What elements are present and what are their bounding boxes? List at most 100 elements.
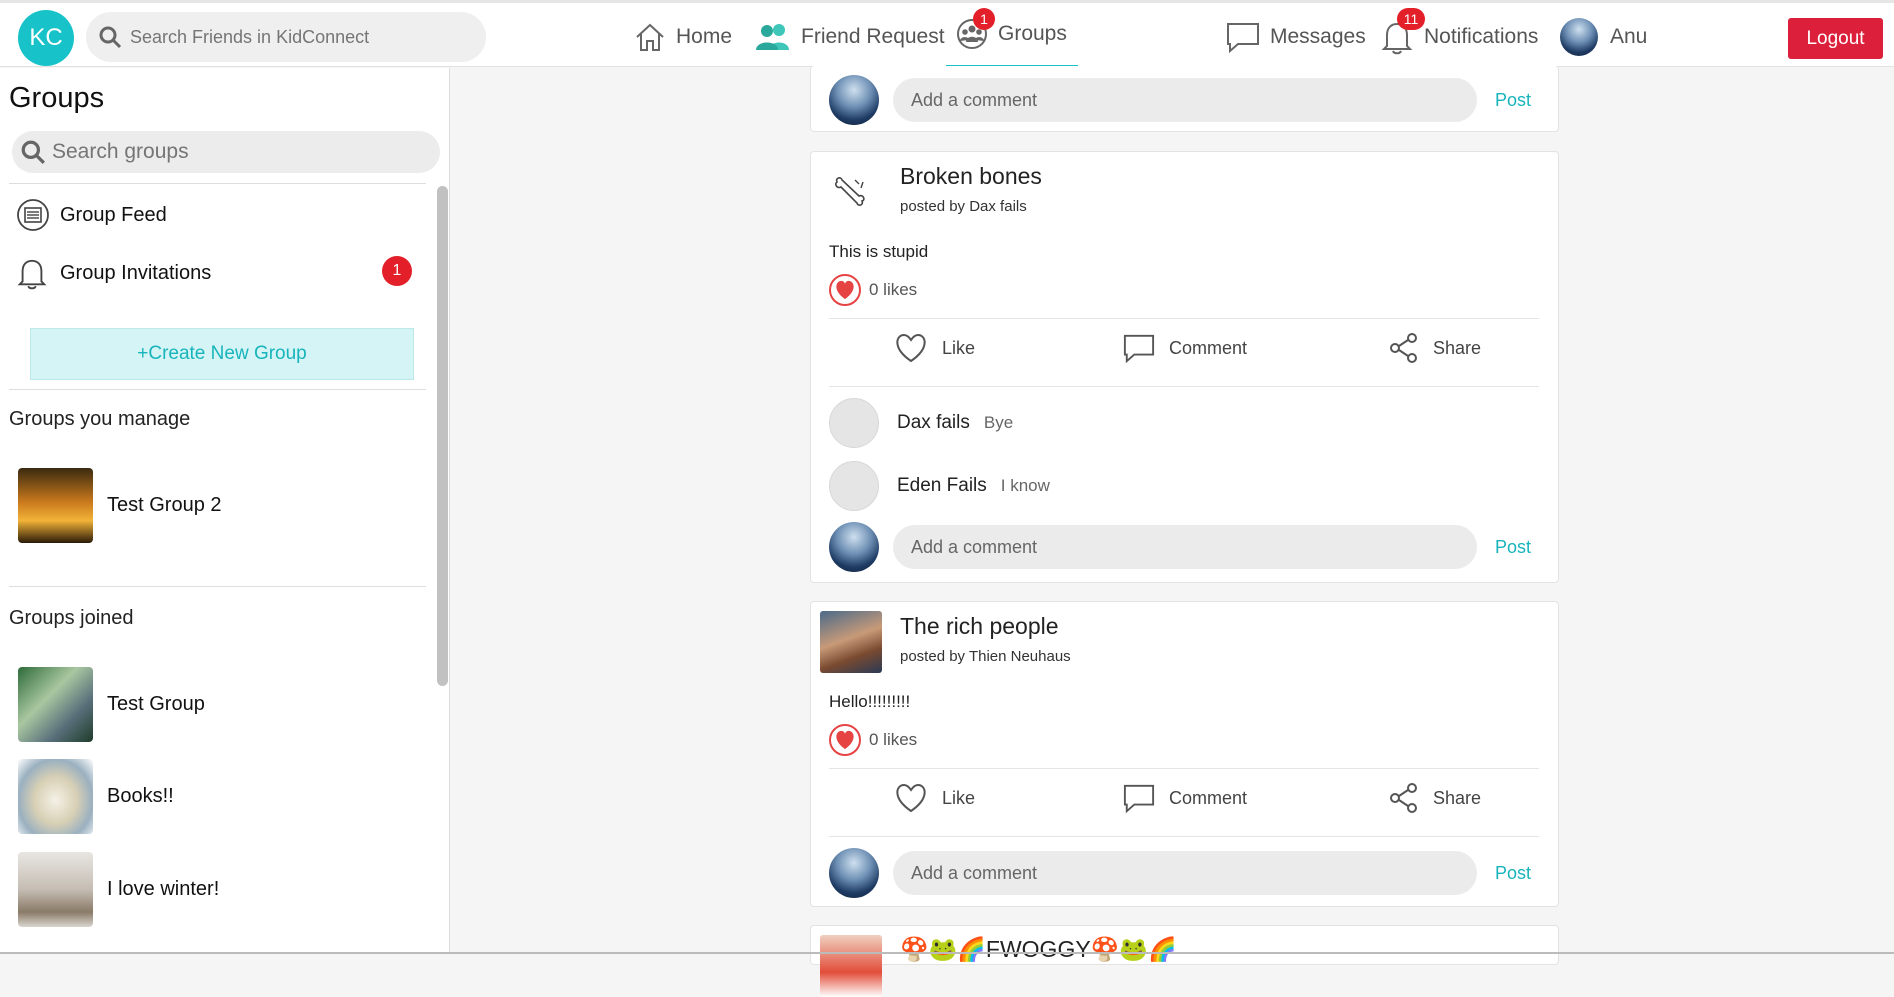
sidebar-item-group-invitations[interactable]: Group Invitations bbox=[16, 256, 416, 290]
share-icon bbox=[1390, 333, 1417, 363]
like-button[interactable]: Like bbox=[894, 783, 975, 813]
joined-group-item[interactable]: Test Group bbox=[18, 667, 205, 742]
group-thumbnail bbox=[18, 667, 93, 742]
like-button[interactable]: Like bbox=[894, 333, 975, 363]
likes-label: 0 likes bbox=[869, 730, 918, 749]
comment-icon bbox=[1123, 334, 1155, 364]
friend-search-input[interactable] bbox=[130, 26, 470, 48]
post-comment-button[interactable]: Post bbox=[1495, 863, 1531, 884]
friend-search-box[interactable] bbox=[86, 12, 486, 62]
bell-icon bbox=[17, 259, 47, 290]
comment-item: Dax fails Bye bbox=[829, 398, 1013, 448]
post-body: Hello!!!!!!!!! bbox=[829, 692, 911, 711]
add-comment-input[interactable]: Add a comment bbox=[893, 78, 1477, 122]
share-button[interactable]: Share bbox=[1389, 782, 1481, 814]
user-avatar bbox=[829, 75, 879, 125]
add-comment-row: Add a comment Post bbox=[829, 522, 1531, 572]
add-comment-row: Add a comment Post bbox=[829, 848, 1531, 898]
joined-group-item[interactable]: Books!! bbox=[18, 759, 174, 834]
divider bbox=[829, 386, 1539, 387]
group-name: Books!! bbox=[107, 785, 174, 807]
share-label: Share bbox=[1433, 337, 1482, 358]
default-avatar bbox=[829, 461, 879, 511]
group-feed-label: Group Feed bbox=[60, 203, 167, 226]
comment-item: Eden Fails I know bbox=[829, 461, 1050, 511]
user-avatar bbox=[829, 848, 879, 898]
add-comment-input[interactable]: Add a comment bbox=[893, 525, 1477, 569]
nav-friend-request[interactable]: Friend Request bbox=[755, 3, 945, 70]
comment-label: Comment bbox=[1169, 337, 1248, 358]
post-comment-button[interactable]: Post bbox=[1495, 90, 1531, 111]
post-body: This is stupid bbox=[829, 242, 929, 261]
group-search-input[interactable] bbox=[52, 140, 432, 164]
create-group-button[interactable]: +Create New Group bbox=[30, 328, 414, 380]
comment-icon bbox=[1123, 784, 1155, 814]
like-label: Like bbox=[942, 787, 976, 808]
heart-icon bbox=[829, 274, 861, 306]
likes-count: 0 likes bbox=[829, 724, 917, 756]
joined-group-item[interactable]: I love winter! bbox=[18, 852, 219, 927]
post-author[interactable]: posted by Dax fails bbox=[900, 198, 1027, 215]
search-icon bbox=[21, 140, 45, 164]
groups-sidebar: Groups Group Feed Group Invitations 1 +C… bbox=[0, 68, 450, 954]
divider bbox=[829, 318, 1539, 319]
add-comment-row: Add a comment Post bbox=[829, 75, 1531, 125]
top-navigation-bar: KC Home Friend Request Groups 1 Messages… bbox=[0, 0, 1894, 70]
heart-outline-icon bbox=[896, 333, 926, 363]
divider bbox=[9, 183, 426, 184]
post-author[interactable]: posted by Thien Neuhaus bbox=[900, 648, 1071, 665]
share-icon bbox=[1390, 783, 1417, 813]
heart-icon bbox=[829, 724, 861, 756]
likes-label: 0 likes bbox=[869, 280, 918, 299]
message-icon bbox=[1227, 22, 1259, 53]
group-thumbnail bbox=[18, 468, 93, 543]
comment-author[interactable]: Dax fails bbox=[897, 412, 970, 434]
manage-section-title: Groups you manage bbox=[9, 408, 191, 430]
nav-notifications-label: Notifications bbox=[1424, 24, 1539, 48]
kidconnect-logo[interactable]: KC bbox=[18, 10, 74, 66]
add-comment-input[interactable]: Add a comment bbox=[893, 851, 1477, 895]
group-thumbnail bbox=[18, 759, 93, 834]
logout-button[interactable]: Logout bbox=[1788, 18, 1883, 59]
group-name: I love winter! bbox=[107, 878, 220, 900]
divider bbox=[9, 586, 426, 587]
sidebar-scrollbar[interactable] bbox=[437, 186, 448, 686]
post-title: Broken bones bbox=[900, 163, 1042, 189]
like-label: Like bbox=[942, 337, 976, 358]
nav-home[interactable]: Home bbox=[634, 3, 732, 70]
notifications-badge: 11 bbox=[1397, 8, 1425, 30]
sidebar-item-group-feed[interactable]: Group Feed bbox=[16, 198, 167, 232]
comment-author[interactable]: Eden Fails bbox=[897, 475, 987, 497]
group-avatar bbox=[820, 611, 882, 673]
post-card: 🍄🐸🌈FWOGGY🍄🐸🌈 bbox=[810, 925, 1559, 997]
managed-group-item[interactable]: Test Group 2 bbox=[18, 468, 222, 543]
invitations-badge: 1 bbox=[382, 256, 412, 286]
comment-text: Bye bbox=[983, 413, 1014, 432]
nav-groups[interactable]: Groups bbox=[946, 3, 1078, 70]
home-icon bbox=[636, 23, 664, 51]
nav-home-label: Home bbox=[676, 24, 733, 48]
default-avatar bbox=[829, 398, 879, 448]
user-avatar bbox=[1560, 17, 1598, 56]
post-card: Broken bones posted by Dax fails This is… bbox=[810, 151, 1559, 583]
bone-icon bbox=[834, 177, 865, 206]
nav-messages[interactable]: Messages bbox=[1226, 3, 1366, 70]
post-card-partial: Add a comment Post bbox=[810, 66, 1559, 132]
nav-profile[interactable]: Anu bbox=[1560, 3, 1647, 70]
group-name: Test Group 2 bbox=[107, 494, 222, 516]
group-name: Test Group bbox=[107, 693, 205, 715]
feed-icon bbox=[17, 199, 49, 231]
search-icon bbox=[99, 26, 122, 49]
comment-button[interactable]: Comment bbox=[1123, 782, 1247, 814]
likes-count: 0 likes bbox=[829, 274, 917, 306]
comment-label: Comment bbox=[1169, 787, 1248, 808]
group-search-box[interactable] bbox=[12, 131, 440, 173]
nav-messages-label: Messages bbox=[1270, 24, 1366, 48]
groups-badge: 1 bbox=[973, 8, 995, 30]
post-comment-button[interactable]: Post bbox=[1495, 537, 1531, 558]
comment-button[interactable]: Comment bbox=[1123, 332, 1247, 364]
group-thumbnail bbox=[18, 852, 93, 927]
heart-outline-icon bbox=[896, 783, 926, 813]
divider bbox=[9, 389, 426, 390]
share-button[interactable]: Share bbox=[1389, 332, 1481, 364]
